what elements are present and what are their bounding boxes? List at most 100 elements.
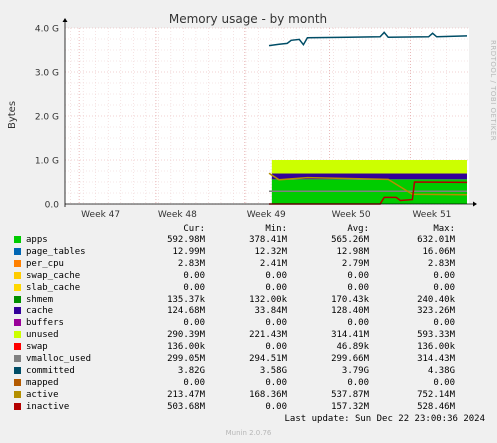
legend-value-avg: 46.89k xyxy=(336,342,369,353)
legend-value-cur: 0.00 xyxy=(183,282,205,293)
legend-swatch xyxy=(14,331,21,339)
legend-row-inactive: inactive 503.68M 0.00 157.32M 528.46M xyxy=(0,401,497,413)
legend-value-avg: 0.00 xyxy=(347,270,369,281)
legend-value-max: 593.33M xyxy=(417,330,455,341)
rrdtool-credit: RRDTOOL / TOBI OETIKER xyxy=(489,40,497,142)
legend-swatch xyxy=(14,355,21,362)
legend-swatch xyxy=(14,390,21,398)
last-update: Last update: Sun Dec 22 23:00:36 2024 xyxy=(284,414,485,424)
legend-value-max: 16.06M xyxy=(422,246,455,257)
legend-value-min: 168.36M xyxy=(249,389,287,400)
legend-row-unused: unused 290.39M 221.43M 314.41M 593.33M xyxy=(0,329,497,341)
legend-value-avg: 0.00 xyxy=(347,377,369,388)
legend-value-min: 0.00 xyxy=(265,401,287,412)
legend-series-name: unused xyxy=(26,330,59,341)
legend-value-max: 240.40k xyxy=(417,294,455,305)
legend-series-name: committed xyxy=(26,365,75,376)
legend-row-buffers: buffers 0.00 0.00 0.00 0.00 xyxy=(0,317,497,329)
legend-row-page_tables: page_tables 12.99M 12.32M 12.98M 16.06M xyxy=(0,246,497,258)
legend-row-mapped: mapped 0.00 0.00 0.00 0.00 xyxy=(0,377,497,389)
legend-series-name: swap xyxy=(26,342,48,353)
legend-value-max: 632.01M xyxy=(417,235,455,245)
x-tick-label: Week 48 xyxy=(158,210,197,220)
legend-value-avg: 2.79M xyxy=(341,258,369,269)
legend-value-cur: 3.82G xyxy=(177,365,205,376)
chart: Memory usage - by month Bytes 0.0 1.0 G 2.… xyxy=(7,12,477,220)
x-tick-label: Week 50 xyxy=(332,210,371,220)
chart-title: Memory usage - by month xyxy=(169,12,327,26)
legend-series-name: swap_cache xyxy=(26,270,81,281)
legend-value-cur: 299.05M xyxy=(167,354,205,364)
legend-value-max: 752.14M xyxy=(417,389,455,400)
legend-value-cur: 12.99M xyxy=(172,246,205,257)
legend-value-max: 323.26M xyxy=(417,306,455,317)
x-tick-label: Week 51 xyxy=(412,210,451,220)
legend-value-cur: 503.68M xyxy=(167,401,205,412)
y-tick-label: 3.0 G xyxy=(35,69,59,79)
legend-value-avg: 128.40M xyxy=(331,306,369,317)
legend-series-name: page_tables xyxy=(26,246,86,257)
legend-value-min: 0.00 xyxy=(265,270,287,281)
legend-row-swap_cache: swap_cache 0.00 0.00 0.00 0.00 xyxy=(0,270,497,282)
y-tick-label: 2.0 G xyxy=(35,113,59,123)
legend-value-max: 314.43M xyxy=(417,354,455,364)
legend-value-cur: 136.00k xyxy=(167,342,205,353)
legend-value-avg: 0.00 xyxy=(347,282,369,293)
y-axis-label: Bytes xyxy=(7,101,18,129)
legend-value-min: 0.00 xyxy=(265,318,287,329)
legend-value-max: 136.00k xyxy=(417,342,455,353)
legend-row-committed: committed 3.82G 3.58G 3.79G 4.38G xyxy=(0,365,497,377)
legend-value-cur: 0.00 xyxy=(183,270,205,281)
legend-value-min: 0.00 xyxy=(265,342,287,353)
legend-column-header: Avg: xyxy=(347,224,369,234)
legend-value-cur: 213.47M xyxy=(167,389,205,400)
legend-value-max: 4.38G xyxy=(427,365,455,376)
legend-swatch xyxy=(14,307,21,315)
legend-value-cur: 592.98M xyxy=(167,235,205,245)
legend-value-max: 0.00 xyxy=(433,377,455,388)
x-tick-labels: Week 47 Week 48 Week 49 Week 50 Week 51 xyxy=(81,210,451,220)
legend-swatch xyxy=(14,319,21,327)
legend-value-avg: 170.43k xyxy=(331,294,369,305)
legend-value-cur: 290.39M xyxy=(167,330,205,341)
legend-series-name: mapped xyxy=(26,377,59,388)
legend-swatch xyxy=(14,236,21,243)
legend-value-min: 2.41M xyxy=(259,258,287,269)
legend-row-active: active 213.47M 168.36M 537.87M 752.14M xyxy=(0,389,497,401)
x-tick-label: Week 47 xyxy=(81,210,120,220)
legend-value-avg: 299.66M xyxy=(331,354,369,364)
legend-value-avg: 565.26M xyxy=(331,235,369,245)
legend-swatch xyxy=(14,283,21,291)
legend-value-min: 33.84M xyxy=(254,306,287,317)
legend-series-name: active xyxy=(26,389,59,400)
legend-value-cur: 2.83M xyxy=(177,258,205,269)
y-tick-labels: 0.0 1.0 G 2.0 G 3.0 G 4.0 G xyxy=(35,25,59,211)
legend-value-min: 132.00k xyxy=(249,294,287,305)
legend-row-slab_cache: slab_cache 0.00 0.00 0.00 0.00 xyxy=(0,282,497,294)
legend-value-min: 12.32M xyxy=(254,246,287,257)
legend-column-header: Cur: xyxy=(183,224,205,234)
legend-series-name: apps xyxy=(26,235,48,245)
legend-value-max: 528.46M xyxy=(417,401,455,412)
legend-value-max: 0.00 xyxy=(433,318,455,329)
legend-column-header: Max: xyxy=(433,224,455,234)
legend-swatch xyxy=(14,378,21,386)
legend-value-cur: 135.37k xyxy=(167,294,205,305)
legend-swatch xyxy=(14,366,21,374)
x-tick-label: Week 49 xyxy=(247,210,286,220)
legend-value-min: 0.00 xyxy=(265,282,287,293)
legend-column-header: Min: xyxy=(265,224,287,234)
legend-series-name: shmem xyxy=(26,294,54,305)
legend-swatch xyxy=(14,259,21,267)
legend-swatch xyxy=(14,295,21,303)
legend-value-avg: 314.41M xyxy=(331,330,369,341)
legend-swatch xyxy=(14,247,21,255)
legend-row-apps: apps 592.98M 378.41M 565.26M 632.01M xyxy=(0,234,497,246)
legend-value-max: 0.00 xyxy=(433,270,455,281)
y-tick-label: 4.0 G xyxy=(35,25,59,35)
legend-series-name: per_cpu xyxy=(26,258,64,269)
y-tick-label: 0.0 xyxy=(45,201,60,211)
legend-value-cur: 124.68M xyxy=(167,306,205,317)
legend-value-avg: 3.79G xyxy=(341,365,369,376)
area-unused xyxy=(271,159,467,174)
